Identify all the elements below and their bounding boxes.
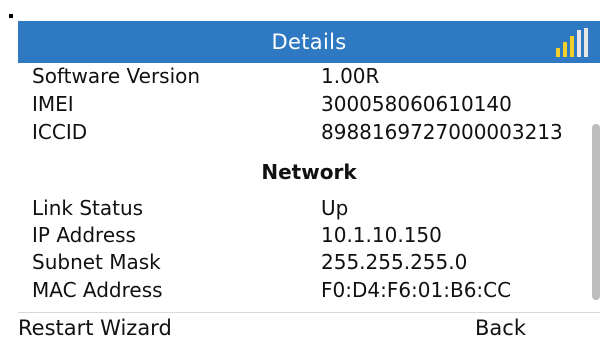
row-label: Software Version: [32, 64, 201, 88]
row-value: 10.1.10.150: [321, 223, 442, 247]
row-value: Up: [321, 196, 349, 220]
list-item-ip-address: IP Address 10.1.10.150: [32, 221, 592, 249]
row-value: 1.00R: [321, 64, 380, 88]
scrollbar[interactable]: [592, 124, 600, 300]
row-value: 255.255.255.0: [321, 250, 468, 274]
corner-marker: [9, 14, 13, 18]
details-list[interactable]: Software Version 1.00R IMEI 300058060610…: [18, 63, 600, 312]
row-value: 8988169727000003213: [321, 120, 563, 144]
list-item-imei: IMEI 300058060610140: [32, 90, 592, 118]
row-value: F0:D4:F6:01:B6:CC: [321, 278, 512, 302]
restart-wizard-button[interactable]: Restart Wizard: [18, 313, 172, 343]
signal-strength-icon: [556, 28, 588, 57]
row-label: ICCID: [32, 120, 88, 144]
list-item-mac-address: MAC Address F0:D4:F6:01:B6:CC: [32, 276, 592, 304]
softkey-bar: Restart Wizard Back: [18, 312, 600, 343]
row-label: MAC Address: [32, 278, 163, 302]
list-item-iccid: ICCID 8988169727000003213: [32, 118, 592, 146]
section-title-network: Network: [261, 160, 357, 184]
row-value: 300058060610140: [321, 92, 512, 116]
device-screen: Details Software Version 1.00R IMEI 3000…: [0, 0, 602, 343]
row-label: Link Status: [32, 196, 144, 220]
row-label: IP Address: [32, 223, 136, 247]
row-label: Subnet Mask: [32, 250, 161, 274]
title-bar: Details: [18, 21, 600, 63]
list-item-link-status: Link Status Up: [32, 194, 592, 222]
list-item-subnet-mask: Subnet Mask 255.255.255.0: [32, 248, 592, 276]
list-item-software-version: Software Version 1.00R: [32, 63, 592, 90]
back-button[interactable]: Back: [475, 313, 526, 343]
row-label: IMEI: [32, 92, 74, 116]
page-title: Details: [271, 30, 347, 54]
